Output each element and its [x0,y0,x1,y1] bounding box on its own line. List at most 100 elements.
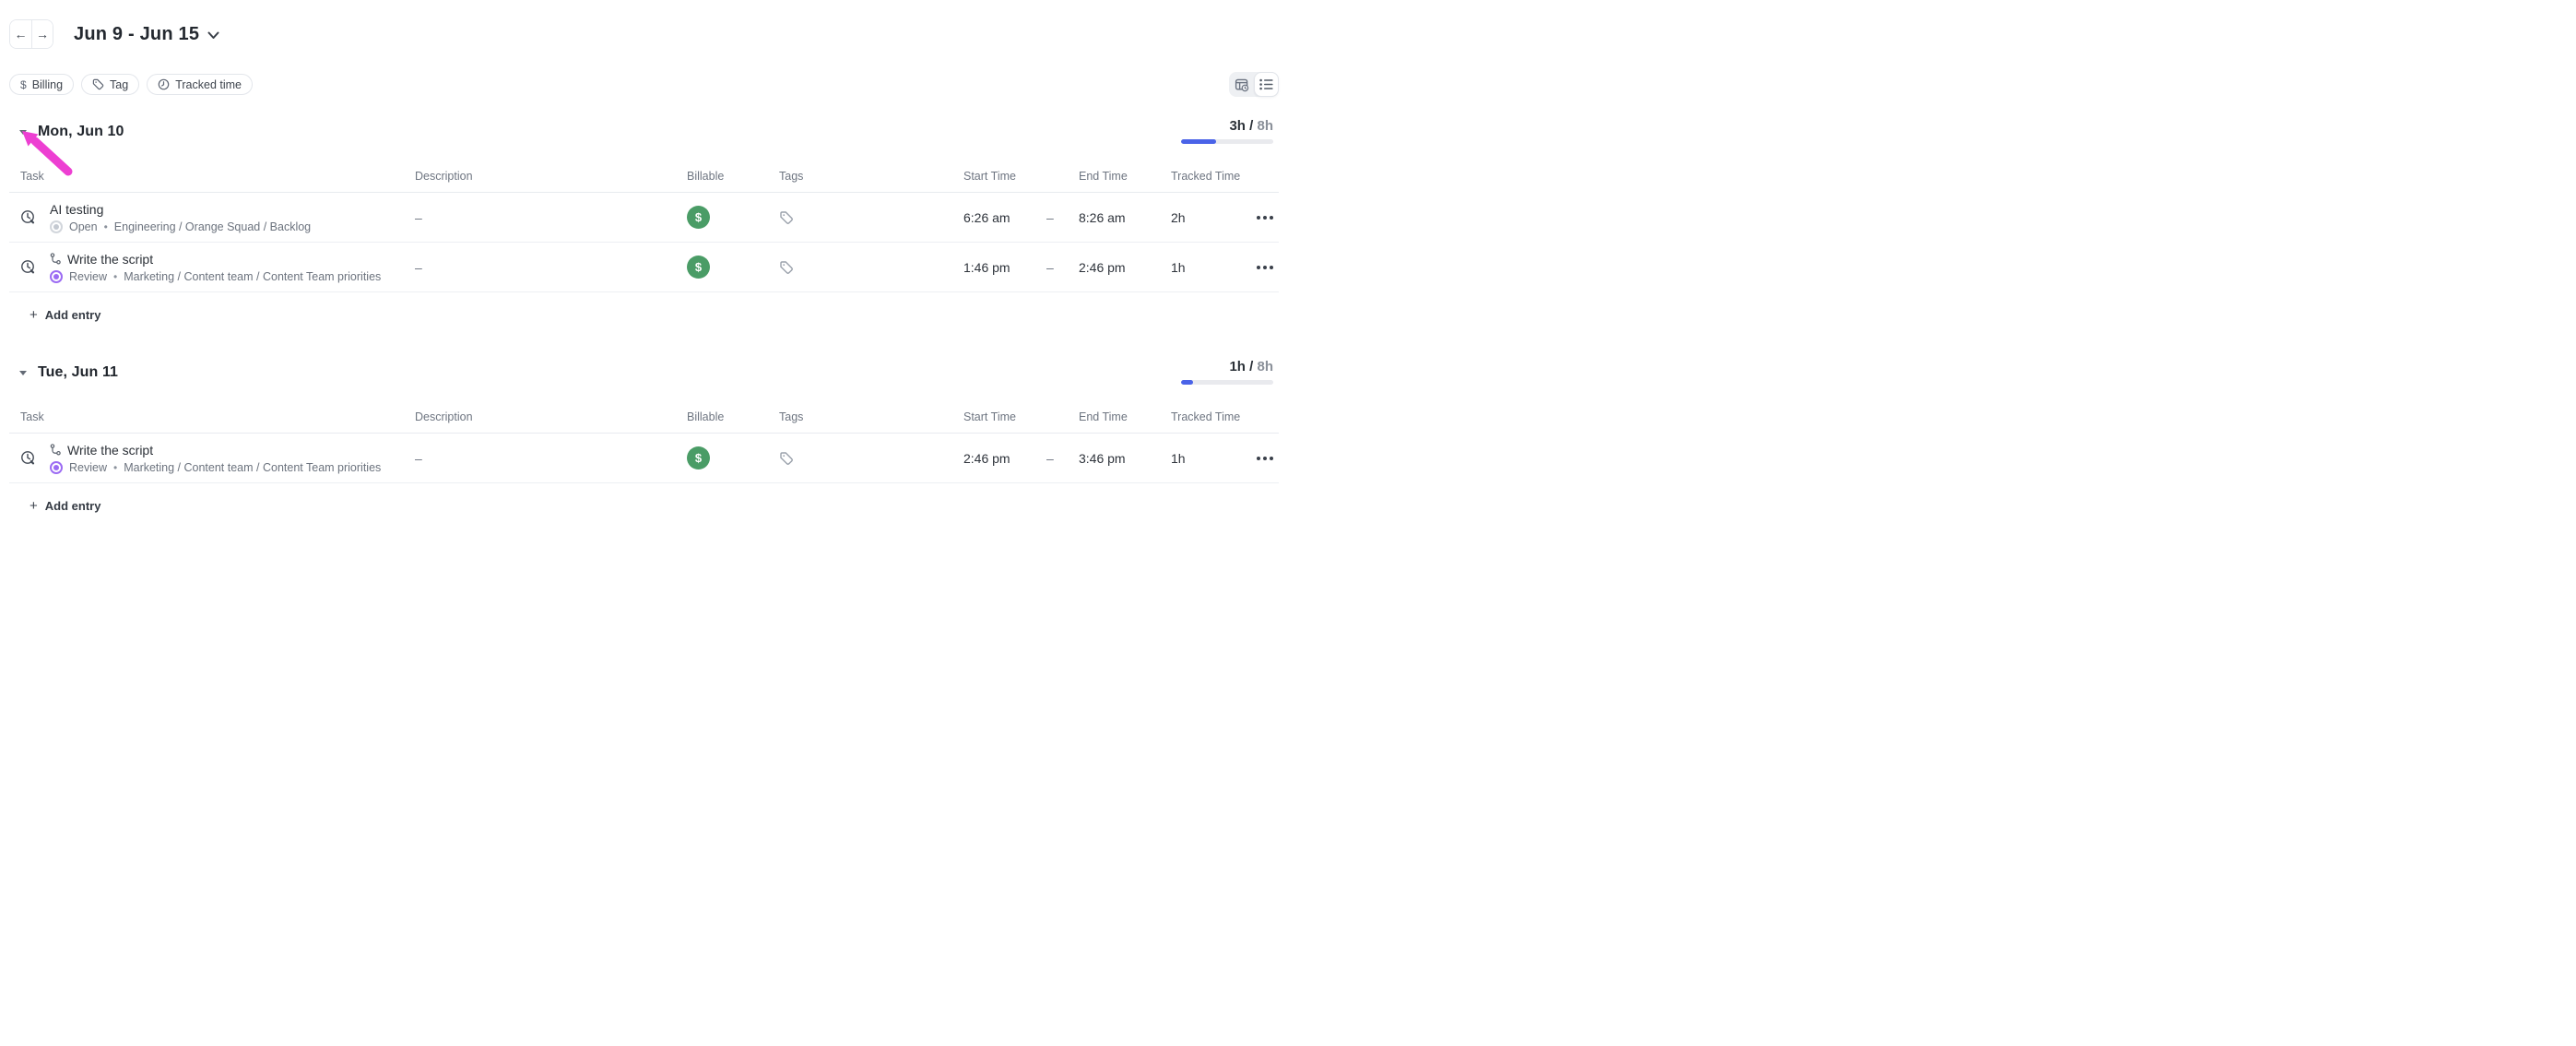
column-description: Description [415,410,687,423]
tracked-time-filter-chip[interactable]: Tracked time [147,74,253,95]
day-title: Tue, Jun 11 [38,364,118,381]
end-time[interactable]: 3:46 pm [1079,451,1171,466]
time-entry-row[interactable]: AI testing Open • Engineering / Orange S… [9,193,1279,243]
task-path: Marketing / Content team / Content Team … [124,270,381,283]
timer-edit-icon[interactable] [20,209,36,225]
week-nav: ← → [9,19,53,49]
tracked-time[interactable]: 1h [1171,451,1249,466]
task-meta: Review • Marketing / Content team / Cont… [50,270,415,283]
task-title[interactable]: AI testing [50,202,103,217]
timesheet-view-button[interactable] [1229,72,1254,97]
tag-icon[interactable] [779,451,794,466]
collapse-day-icon[interactable] [19,130,27,135]
dollar-icon: $ [20,78,27,91]
row-menu-icon[interactable] [1257,262,1273,273]
day-tracked-total: 1h / 8h [1181,359,1273,374]
dollar-icon: $ [695,260,702,274]
start-time[interactable]: 1:46 pm [963,260,1046,275]
filter-bar: $ Billing Tag Tracked time [9,74,1288,95]
status-review-icon [50,270,63,283]
status-label: Open [69,220,98,233]
status-label: Review [69,270,107,283]
add-entry-button[interactable]: + Add entry [30,305,1279,324]
time-entry-row[interactable]: Write the script Review • Marketing / Co… [9,434,1279,483]
add-entry-button[interactable]: + Add entry [30,496,1279,515]
tag-icon[interactable] [779,210,794,225]
collapse-day-icon[interactable] [19,371,27,375]
billable-badge[interactable]: $ [687,446,710,470]
tracked-time[interactable]: 2h [1171,210,1249,225]
list-view-button[interactable] [1254,72,1279,97]
column-billable: Billable [687,170,779,183]
description-cell[interactable]: – [415,451,687,466]
status-open-icon [50,220,63,233]
column-task: Task [9,410,415,423]
table-header: Task Description Billable Tags Start Tim… [9,170,1279,193]
day-capacity: 8h [1257,359,1273,374]
billing-filter-chip[interactable]: $ Billing [9,74,74,95]
column-start-time: Start Time [963,170,1046,183]
day-summary: 3h / 8h [1181,118,1273,144]
column-tags: Tags [779,410,963,423]
description-cell[interactable]: – [415,210,687,225]
tracked-time[interactable]: 1h [1171,260,1249,275]
day-capacity: 8h [1257,118,1273,134]
day-section-tue-jun-11: Tue, Jun 11 1h / 8h Task Description Bil… [9,363,1279,515]
day-summary: 1h / 8h [1181,359,1273,385]
time-tracking-page: ← → Jun 9 - Jun 15 $ Billing Tag Tracked… [0,0,1288,523]
column-end-time: End Time [1079,410,1171,423]
row-menu-icon[interactable] [1257,453,1273,464]
tag-icon [92,78,104,90]
task-path: Engineering / Orange Squad / Backlog [114,220,311,233]
column-billable: Billable [687,410,779,423]
start-time[interactable]: 6:26 am [963,210,1046,225]
billing-filter-label: Billing [32,78,63,91]
tracked-time-filter-label: Tracked time [175,78,242,91]
task-title[interactable]: Write the script [67,252,153,267]
time-range-dash: – [1046,210,1079,225]
column-tracked-time: Tracked Time [1171,170,1249,183]
dollar-icon: $ [695,210,702,224]
column-end-time: End Time [1079,170,1171,183]
next-week-button[interactable]: → [31,20,53,48]
subtask-icon [50,444,62,456]
start-time[interactable]: 2:46 pm [963,451,1046,466]
timer-edit-icon[interactable] [20,259,36,275]
subtask-icon [50,253,62,265]
chevron-down-icon [207,31,219,40]
day-sections: Mon, Jun 10 3h / 8h Task Description Bil… [9,122,1279,515]
day-title: Mon, Jun 10 [38,124,124,140]
timer-edit-icon[interactable] [20,450,36,466]
add-entry-label: Add entry [45,308,101,322]
meta-separator: • [113,461,117,474]
task-path: Marketing / Content team / Content Team … [124,461,381,474]
column-task: Task [9,170,415,183]
day-header: Mon, Jun 10 3h / 8h [9,122,1279,142]
task-meta: Open • Engineering / Orange Squad / Back… [50,220,415,233]
task-meta: Review • Marketing / Content team / Cont… [50,461,415,474]
billable-badge[interactable]: $ [687,206,710,229]
date-range-label: Jun 9 - Jun 15 [74,24,199,45]
billable-badge[interactable]: $ [687,256,710,279]
date-range-selector[interactable]: Jun 9 - Jun 15 [74,24,219,45]
view-toggle [1229,72,1279,97]
end-time[interactable]: 2:46 pm [1079,260,1171,275]
day-tracked-total: 3h / 8h [1181,118,1273,134]
day-section-mon-jun-10: Mon, Jun 10 3h / 8h Task Description Bil… [9,122,1279,324]
day-progress-bar [1181,139,1273,144]
tag-filter-chip[interactable]: Tag [81,74,139,95]
time-range-dash: – [1046,260,1079,275]
tag-filter-label: Tag [110,78,128,91]
prev-week-button[interactable]: ← [10,20,31,48]
end-time[interactable]: 8:26 am [1079,210,1171,225]
table-header: Task Description Billable Tags Start Tim… [9,410,1279,434]
time-range-dash: – [1046,451,1079,466]
dollar-icon: $ [695,451,702,465]
day-progress-bar [1181,380,1273,385]
tag-icon[interactable] [779,260,794,275]
meta-separator: • [104,220,108,233]
time-entry-row[interactable]: Write the script Review • Marketing / Co… [9,243,1279,292]
description-cell[interactable]: – [415,260,687,275]
task-title[interactable]: Write the script [67,443,153,458]
row-menu-icon[interactable] [1257,212,1273,223]
